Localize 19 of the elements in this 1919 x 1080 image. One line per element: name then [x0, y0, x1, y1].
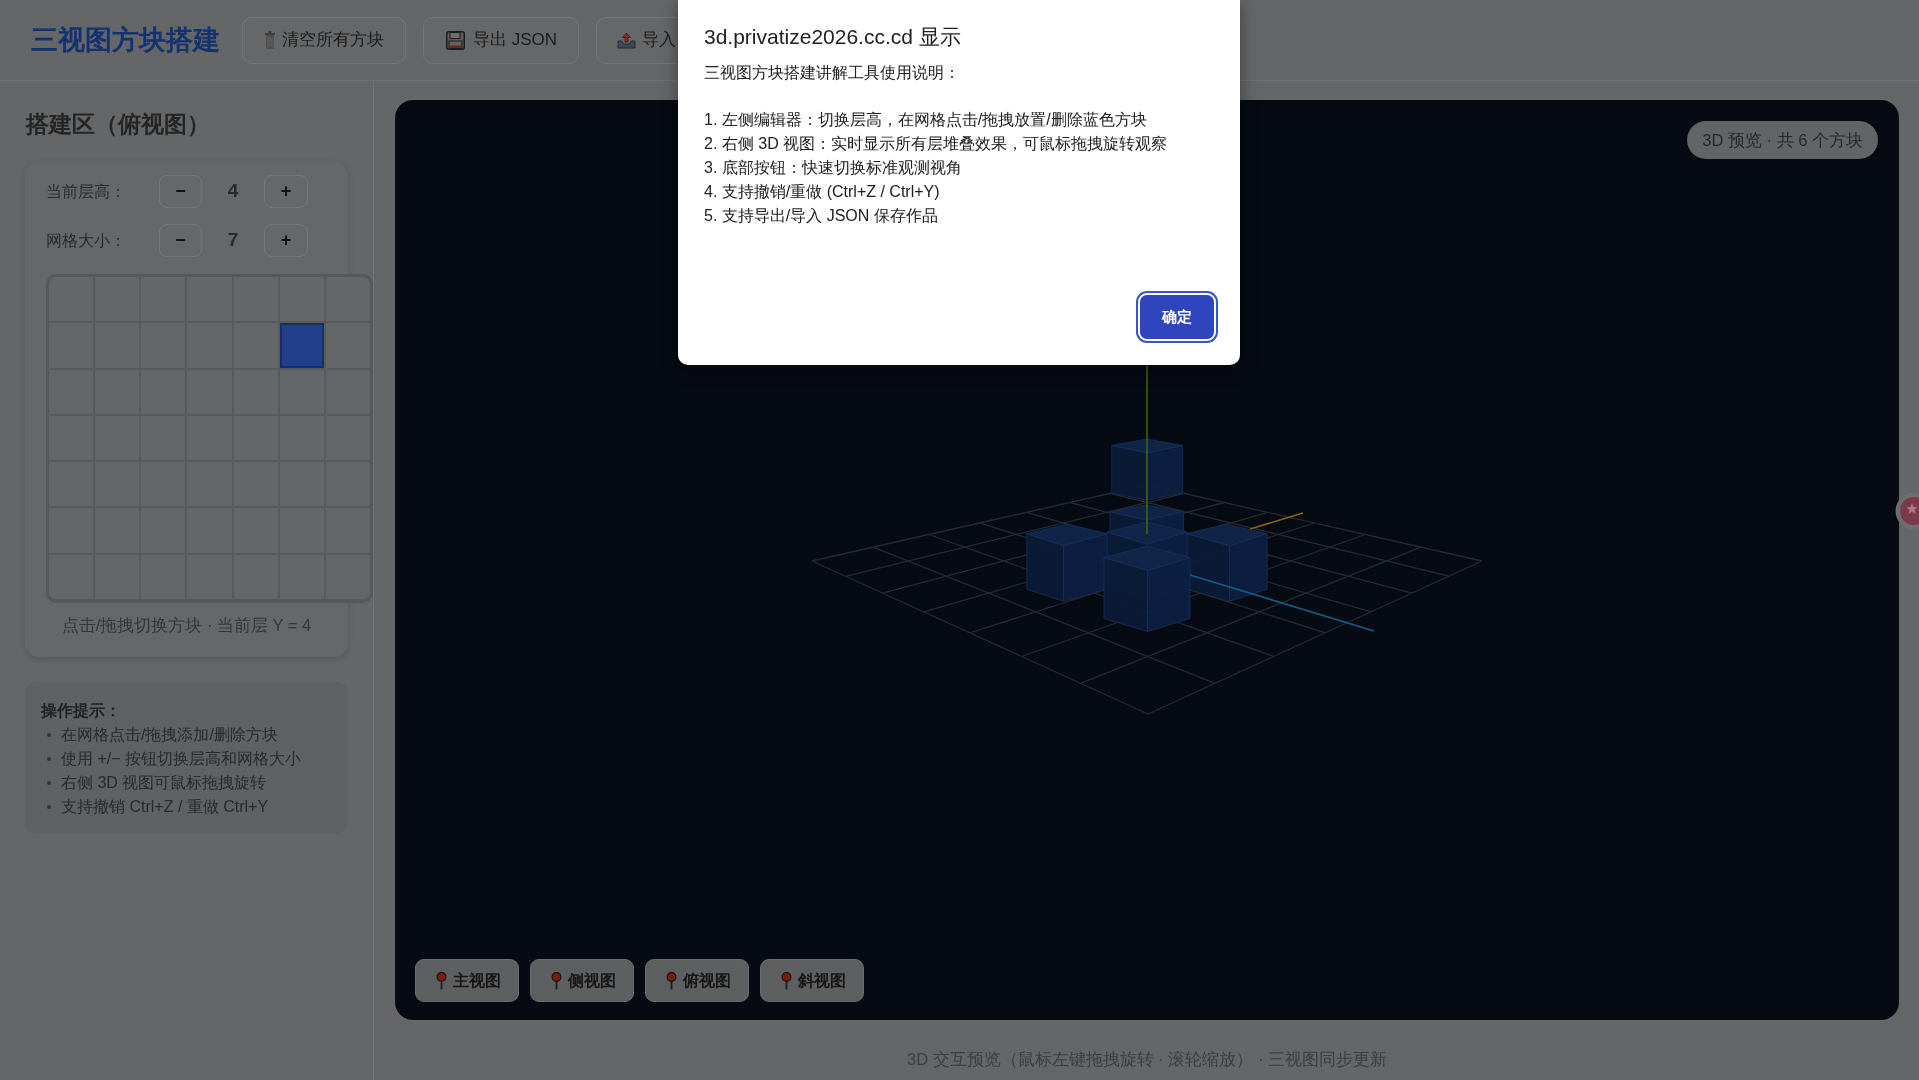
tips-title: 操作提示：: [41, 701, 122, 721]
tip-text: 使用 +/− 按钮切换层高和网格大小: [61, 749, 302, 769]
stepper-value: 4: [226, 179, 240, 204]
dialog-list-item: 2. 右侧 3D 视图：实时显示所有层堆叠效果，可鼠标拖拽旋转观察: [704, 134, 1169, 154]
tip-text: 右侧 3D 视图可鼠标拖拽旋转: [61, 773, 267, 793]
dialog-list-item: 3. 底部按钮：快速切换标准观测视角: [704, 158, 963, 178]
preview-badge: 3D 预览 · 共 6 个方块: [1687, 121, 1878, 159]
tip-text: 支持撤销 Ctrl+Z / 重做 Ctrl+Y: [61, 797, 269, 817]
dialog-title: 3d.privatize2026.cc.cd 显示: [704, 24, 962, 50]
stepper-label: 网格大小：: [46, 230, 127, 251]
section-title: 搭建区（俯视图）: [25, 110, 211, 139]
dialog-list-item: 5. 支持导出/导入 JSON 保存作品: [704, 206, 939, 226]
dialog-list-item: 1. 左侧编辑器：切换层高，在网格点击/拖拽放置/删除蓝色方块: [704, 110, 1148, 130]
dialog-list-item: 4. 支持撤销/重做 (Ctrl+Z / Ctrl+Y): [704, 182, 941, 202]
stepper-value: 7: [226, 228, 240, 253]
dialog-text: 三视图方块搭建讲解工具使用说明：: [704, 63, 961, 83]
tip-text: 在网格点击/拖拽添加/删除方块: [61, 725, 278, 745]
app-title: 三视图方块搭建: [31, 24, 220, 57]
stepper-label: 当前层高：: [46, 181, 127, 202]
